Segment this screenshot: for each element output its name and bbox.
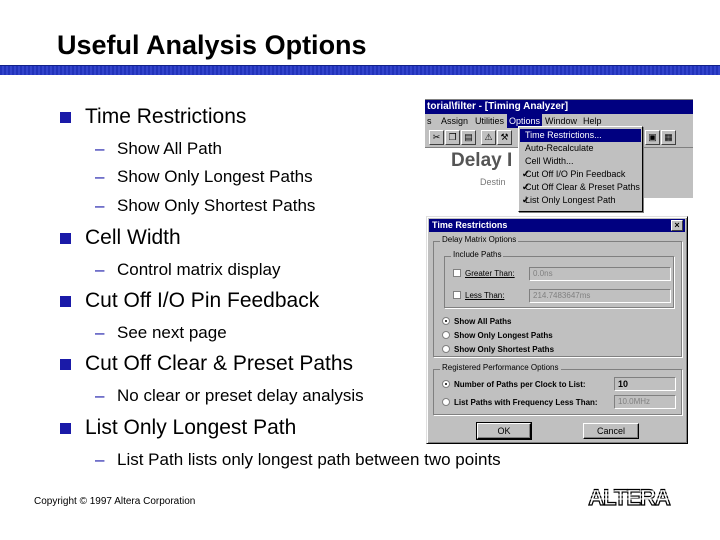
registered-performance-group: Registered Performance Options Number of… bbox=[433, 363, 682, 415]
menu-item-auto-recalculate[interactable]: Auto-Recalculate bbox=[520, 142, 641, 155]
radio-show-all-paths[interactable]: Show All Paths bbox=[442, 317, 512, 327]
greater-than-field[interactable]: 0.0ns bbox=[529, 267, 671, 281]
dialog-title-bar[interactable]: Time Restrictions × bbox=[429, 219, 685, 232]
ok-button[interactable]: OK bbox=[476, 422, 532, 440]
less-than-checkbox[interactable]: Less Than: bbox=[453, 291, 504, 301]
paste-icon[interactable]: ▤ bbox=[461, 130, 476, 145]
delay-matrix-options-group: Delay Matrix Options Include Paths Great… bbox=[433, 235, 682, 357]
cancel-button[interactable]: Cancel bbox=[583, 423, 639, 439]
svg-text:ALTERA: ALTERA bbox=[588, 485, 671, 510]
frequency-field[interactable]: 10.0MHz bbox=[614, 395, 676, 409]
checkmark-icon: ✔ bbox=[522, 182, 530, 192]
menu-item-utilities[interactable]: Utilities bbox=[475, 114, 504, 128]
destination-label: Destin bbox=[480, 177, 506, 187]
greater-than-checkbox[interactable]: Greater Than: bbox=[453, 269, 515, 279]
menu-item-s[interactable]: s bbox=[427, 114, 432, 128]
menu-item-list-only-longest[interactable]: ✔ List Only Longest Path bbox=[520, 194, 641, 207]
altera-logo: ALTERA bbox=[577, 484, 681, 510]
menu-item-cell-width[interactable]: Cell Width... bbox=[520, 155, 641, 168]
radio-number-of-paths[interactable]: Number of Paths per Clock to List: bbox=[442, 380, 586, 390]
radio-show-longest-paths[interactable]: Show Only Longest Paths bbox=[442, 331, 553, 341]
bullet-square-icon bbox=[60, 359, 71, 370]
copyright-text: Copyright © 1997 Altera Corporation bbox=[34, 496, 196, 507]
menu-item-cut-off-io-pin[interactable]: ✔ Cut Off I/O Pin Feedback bbox=[520, 168, 641, 181]
cut-icon[interactable]: ✂ bbox=[429, 130, 444, 145]
time-restrictions-dialog: Time Restrictions × Delay Matrix Options… bbox=[426, 216, 688, 444]
side-panel bbox=[643, 148, 693, 198]
window-title-bar[interactable]: torial\filter - [Timing Analyzer] bbox=[425, 100, 693, 114]
tool-icon[interactable]: ▣ bbox=[645, 130, 660, 145]
warning-icon[interactable]: ⚠ bbox=[481, 130, 496, 145]
menu-item-cut-off-clear-preset[interactable]: ✔ Cut Off Clear & Preset Paths bbox=[520, 181, 641, 194]
copy-icon[interactable]: ❐ bbox=[445, 130, 460, 145]
bullet-square-icon bbox=[60, 423, 71, 434]
menu-item-time-restrictions[interactable]: Time Restrictions... bbox=[520, 129, 641, 142]
bullet-square-icon bbox=[60, 233, 71, 244]
checkmark-icon: ✔ bbox=[522, 195, 530, 205]
bullet-square-icon bbox=[60, 296, 71, 307]
slide-title: Useful Analysis Options bbox=[57, 30, 367, 60]
delay-matrix-heading: Delay I bbox=[451, 150, 513, 171]
less-than-field[interactable]: 214.7483647ms bbox=[529, 289, 671, 303]
close-icon[interactable]: × bbox=[671, 220, 683, 231]
title-rule bbox=[0, 66, 720, 75]
radio-list-paths-frequency[interactable]: List Paths with Frequency Less Than: bbox=[442, 398, 598, 408]
tool-icon[interactable]: ⚒ bbox=[497, 130, 512, 145]
include-paths-group: Include Paths Greater Than: 0.0ns Less T… bbox=[444, 250, 674, 308]
bullet-square-icon bbox=[60, 112, 71, 123]
checkmark-icon: ✔ bbox=[522, 169, 530, 179]
options-dropdown-menu: Time Restrictions... Auto-Recalculate Ce… bbox=[518, 126, 643, 212]
menu-item-assign[interactable]: Assign bbox=[441, 114, 468, 128]
number-of-paths-field[interactable]: 10 bbox=[614, 377, 676, 391]
tool-icon[interactable]: ▦ bbox=[661, 130, 676, 145]
radio-show-shortest-paths[interactable]: Show Only Shortest Paths bbox=[442, 345, 554, 355]
